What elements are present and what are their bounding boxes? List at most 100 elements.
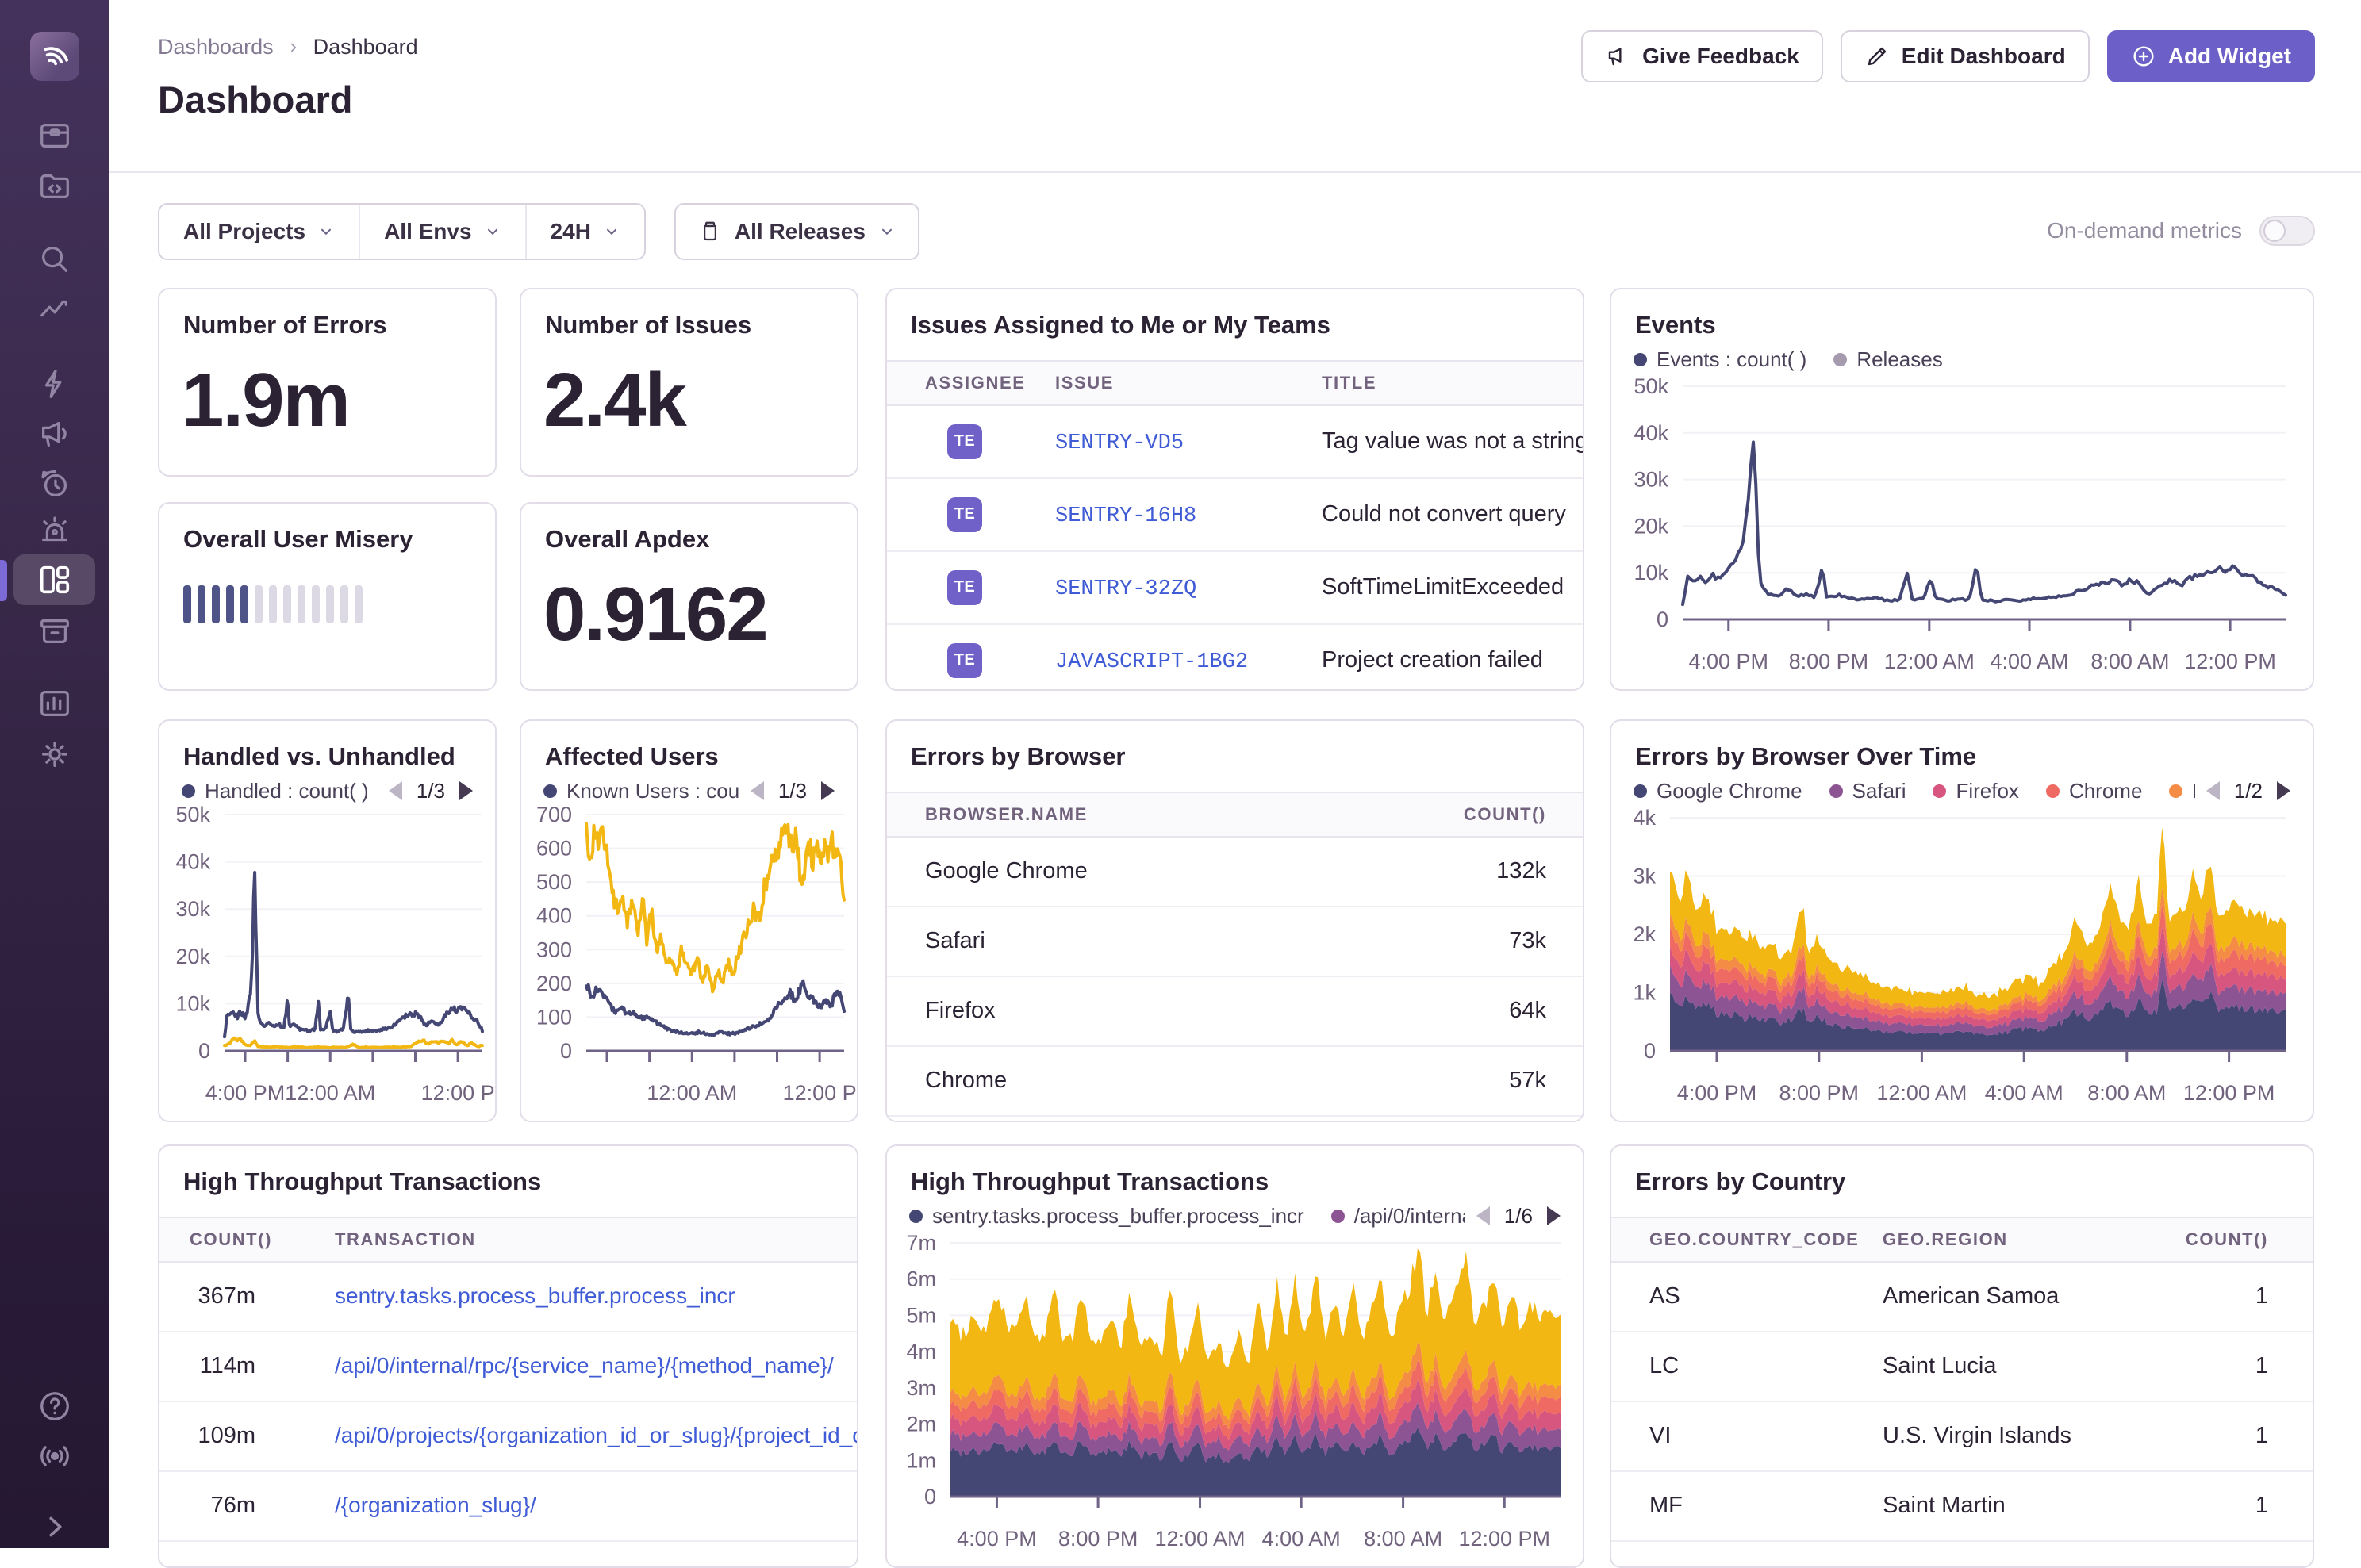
issue-link[interactable]: SENTRY-32ZQ <box>1055 577 1196 601</box>
avatar-team-badge[interactable]: TE <box>947 424 982 459</box>
projects-filter[interactable]: All Projects <box>159 205 360 259</box>
svg-text:12:00 AM: 12:00 AM <box>1154 1527 1245 1551</box>
legend-item[interactable]: Chrome <box>2046 779 2142 803</box>
widget-overall-user-misery: Overall User Misery <box>158 502 497 691</box>
sidebar-item-projects[interactable] <box>0 160 109 213</box>
sidebar-item-broadcast[interactable] <box>0 1428 109 1481</box>
legend-prev-button[interactable] <box>751 781 764 800</box>
svg-text:10k: 10k <box>175 991 210 1015</box>
legend-dot-icon <box>1933 784 1946 798</box>
legend-label: sentry.tasks.process_buffer.process_incr <box>932 1204 1304 1229</box>
issue-link[interactable]: SENTRY-16H8 <box>1055 504 1196 528</box>
transaction-link[interactable]: /api/0/projects/{organization_id_or_slug… <box>335 1423 857 1447</box>
give-feedback-button[interactable]: Give Feedback <box>1581 30 1823 82</box>
throughput-chart-plot[interactable]: 01m2m3m4m5m6m7m4:00 PM8:00 PM12:00 AM4:0… <box>887 1229 1583 1566</box>
legend-item[interactable]: Safari <box>1829 779 1906 803</box>
svg-text:1m: 1m <box>906 1448 936 1472</box>
legend-items: sentry.tasks.process_buffer.process_incr… <box>909 1204 1465 1229</box>
legend-item[interactable]: sentry.tasks.process_buffer.process_incr <box>909 1204 1304 1229</box>
legend-item[interactable]: Events : count( ) <box>1634 347 1806 372</box>
release-package-icon <box>698 220 722 243</box>
sidebar-collapse-button[interactable] <box>0 1501 109 1553</box>
table-row: Chrome 57k <box>887 1047 1583 1117</box>
sidebar-item-alerts[interactable] <box>0 505 109 558</box>
header-divider <box>109 171 2361 173</box>
legend-next-button[interactable] <box>459 781 473 800</box>
svg-text:8:00 AM: 8:00 AM <box>2090 650 2169 673</box>
avatar-team-badge[interactable]: TE <box>947 570 982 605</box>
widget-issues-assigned: Issues Assigned to Me or My Teams ASSIGN… <box>885 288 1584 691</box>
column-header-transaction: TRANSACTION <box>306 1229 857 1250</box>
sidebar-item-releases[interactable] <box>0 605 109 657</box>
table-row: VI U.S. Virgin Islands 1 <box>1611 1402 2313 1472</box>
sidebar-item-stats[interactable] <box>0 677 109 730</box>
sidebar-item-issues[interactable] <box>0 109 109 162</box>
legend-page-indicator: 1/3 <box>778 779 807 803</box>
svg-text:200: 200 <box>536 972 572 995</box>
legend-item[interactable]: Handled : count( ) <box>182 779 369 803</box>
legend-item[interactable]: Known Users : cour <box>543 779 739 803</box>
table-header: GEO.COUNTRY_CODE GEO.REGION COUNT() <box>1611 1217 2313 1263</box>
legend-item[interactable]: /api/0/internal/r <box>1331 1204 1465 1229</box>
issue-link[interactable]: SENTRY-VD5 <box>1055 431 1184 455</box>
projects-filter-label: All Projects <box>183 219 305 244</box>
period-filter[interactable]: 24H <box>527 205 644 259</box>
chevron-down-icon <box>484 223 501 240</box>
affected-users-chart-plot[interactable]: 010020030040050060070012:00 AM12:00 P <box>521 803 857 1121</box>
sidebar-item-dashboards[interactable] <box>0 554 109 606</box>
sentry-dashboard-page: Dashboards Dashboard Dashboard Give Feed… <box>0 0 2361 1548</box>
avatar-team-badge[interactable]: TE <box>947 497 982 532</box>
legend-item[interactable]: Releases <box>1833 347 1942 372</box>
country-region: American Samoa <box>1883 1283 2186 1309</box>
legend-prev-button[interactable] <box>1476 1206 1490 1225</box>
column-header-issue: ISSUE <box>1055 373 1322 393</box>
envs-filter[interactable]: All Envs <box>360 205 526 259</box>
add-widget-button[interactable]: Add Widget <box>2107 30 2315 82</box>
legend-item[interactable]: Mobile S <box>2169 779 2194 803</box>
legend-label: Firefox <box>1956 779 2018 803</box>
legend-item[interactable]: Firefox <box>1933 779 2018 803</box>
sidebar-item-profiling[interactable] <box>0 358 109 410</box>
transaction-link[interactable]: /api/0/internal/rpc/{service_name}/{meth… <box>335 1353 834 1378</box>
issue-link[interactable]: JAVASCRIPT-1BG2 <box>1055 650 1248 674</box>
browser-over-time-chart-plot[interactable]: 01k2k3k4k4:00 PM8:00 PM12:00 AM4:00 AM8:… <box>1611 803 2313 1121</box>
widget-errors-by-browser: Errors by Browser BROWSER.NAME COUNT() G… <box>885 719 1584 1122</box>
table-row: Safari 73k <box>887 907 1583 977</box>
sidebar-item-explore[interactable] <box>0 233 109 286</box>
give-feedback-label: Give Feedback <box>1642 44 1799 69</box>
legend-next-button[interactable] <box>821 781 835 800</box>
selected-accent-bar <box>0 560 7 601</box>
sidebar-item-home[interactable] <box>30 32 79 81</box>
table-row: TE SENTRY-VD5 Tag value was not a string <box>887 406 1583 479</box>
svg-text:8:00 PM: 8:00 PM <box>1058 1527 1138 1551</box>
misery-bar <box>183 585 191 623</box>
transaction-link[interactable]: /{organization_slug}/ <box>335 1493 536 1517</box>
edit-dashboard-button[interactable]: Edit Dashboard <box>1841 30 2090 82</box>
breadcrumb-dashboards[interactable]: Dashboards <box>158 35 274 59</box>
avatar-team-badge[interactable]: TE <box>947 643 982 678</box>
legend-next-button[interactable] <box>2277 781 2290 800</box>
transaction-link[interactable]: sentry.tasks.process_buffer.process_incr <box>335 1283 735 1308</box>
legend-item[interactable]: Google Chrome <box>1634 779 1802 803</box>
legend-prev-button[interactable] <box>2206 781 2220 800</box>
handled-chart-plot[interactable]: 010k20k30k40k50k4:00 PM12:00 AM12:00 P <box>159 803 495 1121</box>
svg-text:300: 300 <box>536 937 572 961</box>
svg-text:20k: 20k <box>1634 514 1668 538</box>
legend-prev-button[interactable] <box>389 781 402 800</box>
column-header-count: COUNT() <box>1408 804 1583 825</box>
period-filter-label: 24H <box>551 219 591 244</box>
table-row: TE SENTRY-32ZQ SoftTimeLimitExceeded <box>887 552 1583 625</box>
sidebar-item-replays[interactable] <box>0 458 109 510</box>
legend-next-button[interactable] <box>1547 1206 1561 1225</box>
table-header: BROWSER.NAME COUNT() <box>887 792 1583 838</box>
on-demand-toggle[interactable] <box>2259 216 2315 246</box>
events-chart-plot[interactable]: 010k20k30k40k50k4:00 PM8:00 PM12:00 AM4:… <box>1611 372 2313 689</box>
releases-filter[interactable]: All Releases <box>674 203 919 260</box>
misery-bar <box>340 585 348 623</box>
sidebar-item-feedback[interactable] <box>0 408 109 460</box>
sidebar-item-help[interactable] <box>0 1380 109 1432</box>
sidebar-item-performance[interactable] <box>0 284 109 336</box>
pencil-icon <box>1864 44 1890 69</box>
trends-icon <box>36 292 73 328</box>
sidebar-item-settings[interactable] <box>0 728 109 780</box>
